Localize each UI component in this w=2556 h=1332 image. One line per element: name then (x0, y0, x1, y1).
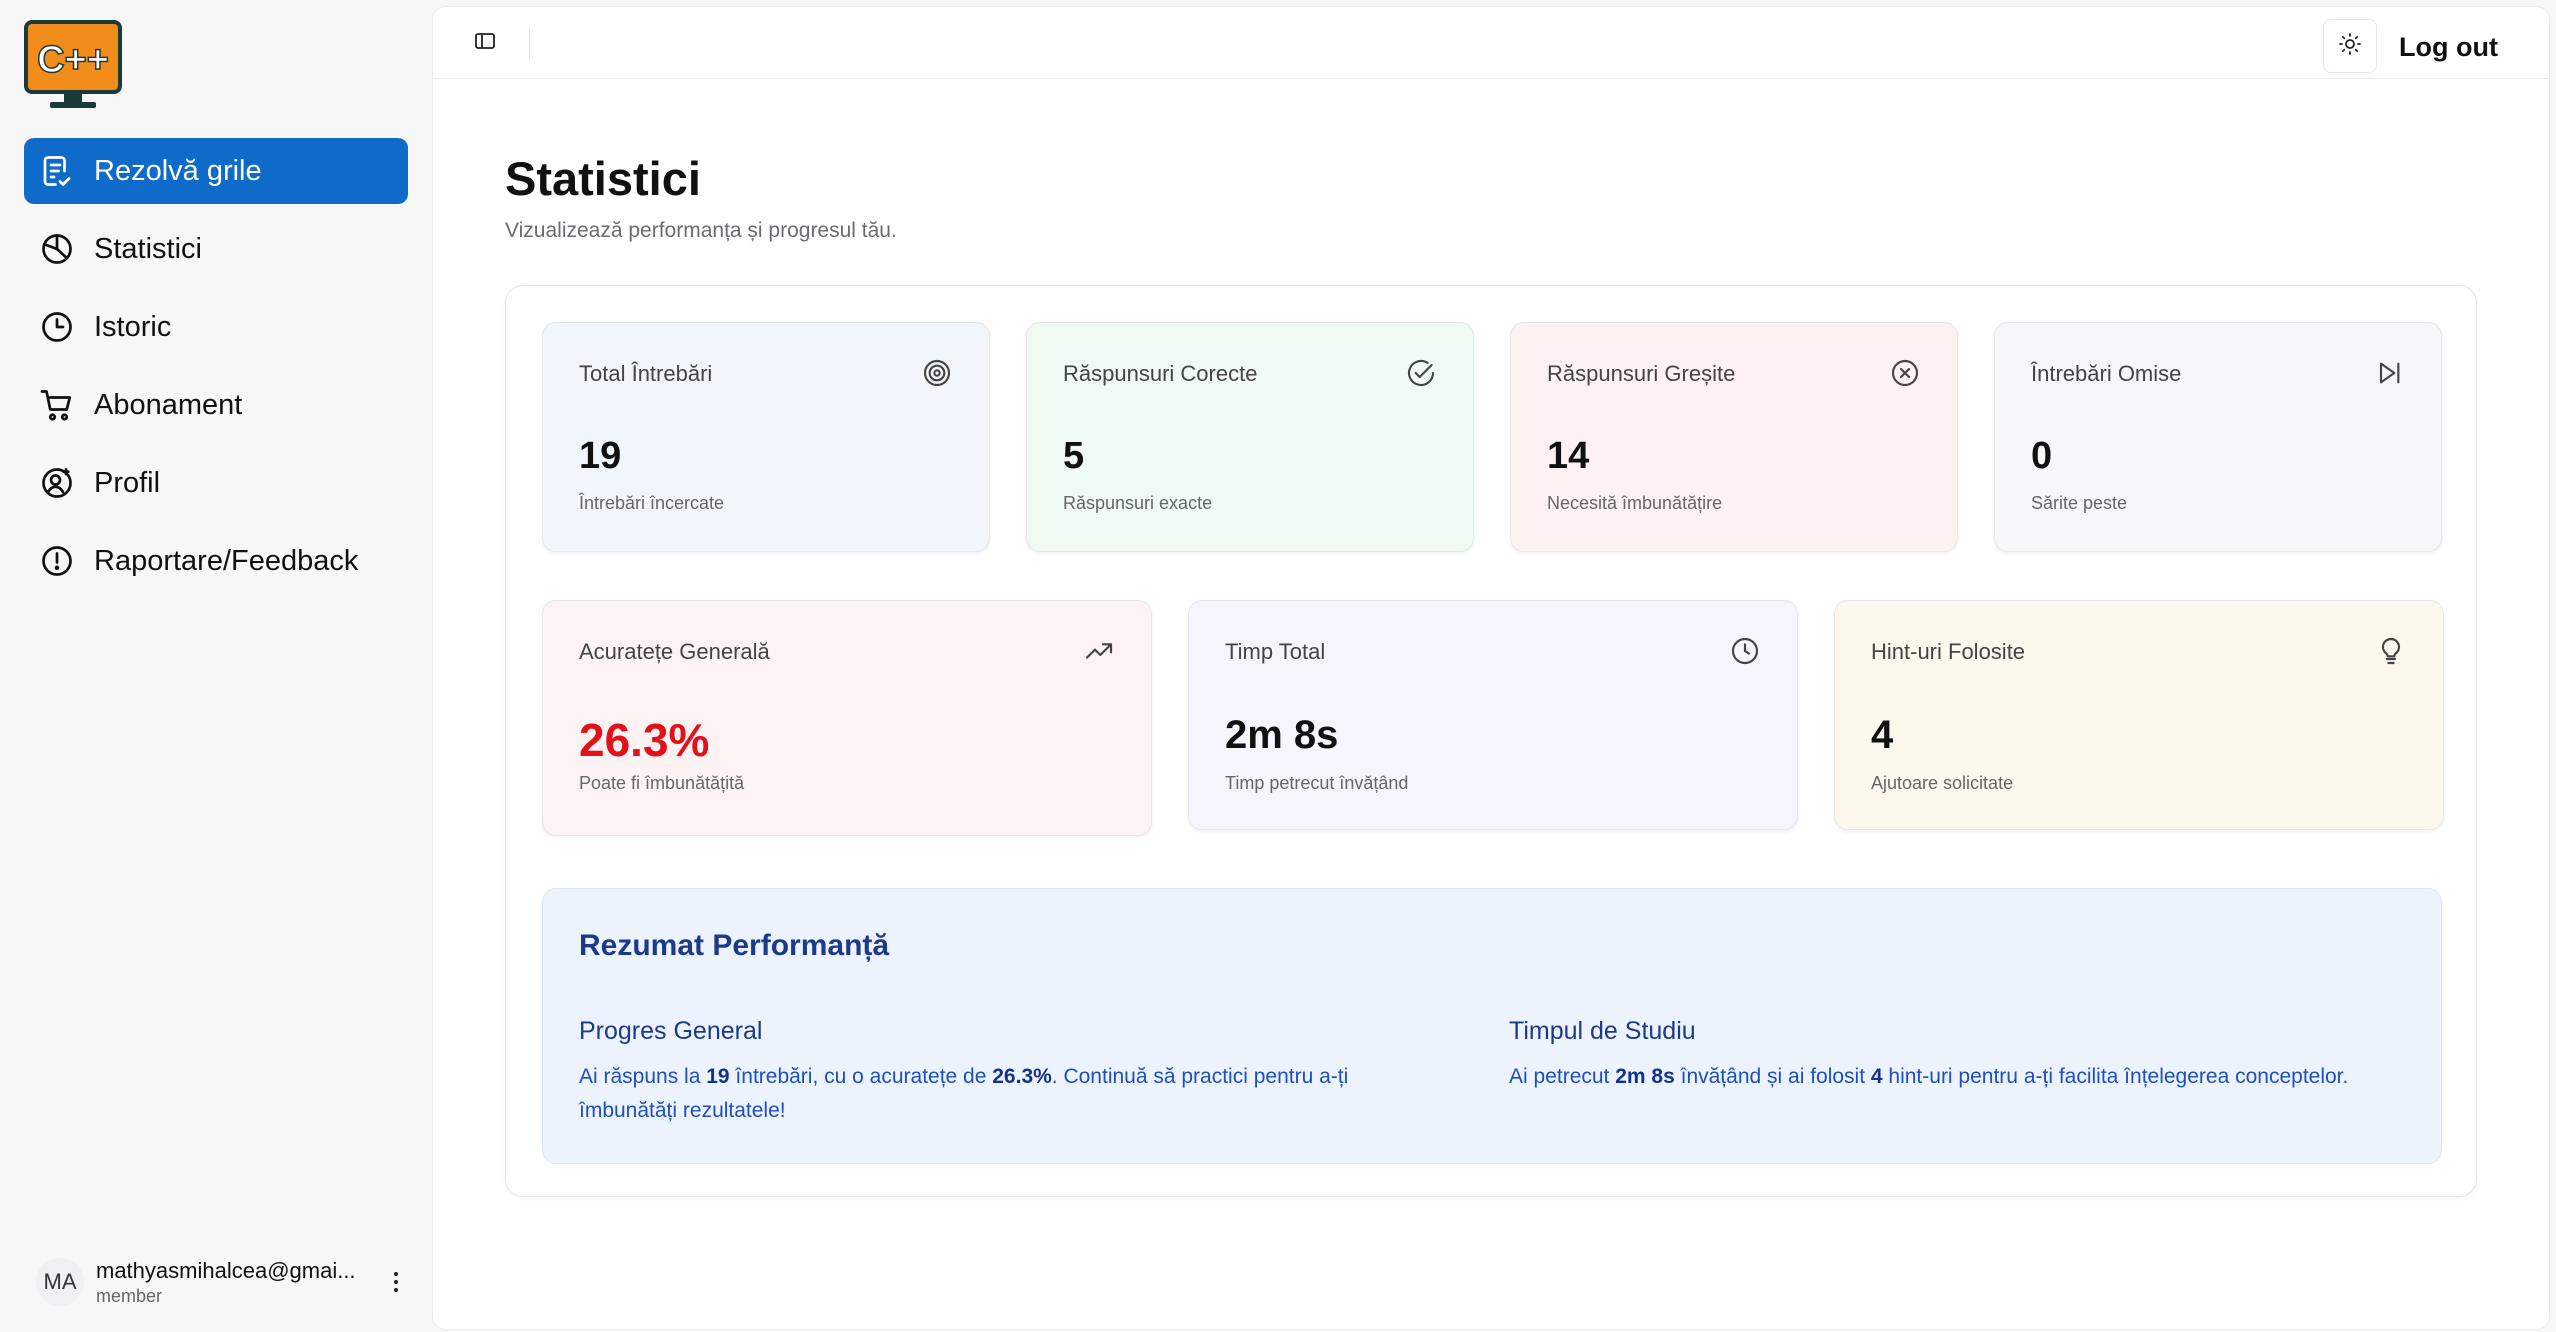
sidebar-item-label: Istoric (94, 310, 172, 343)
sidebar-item-istoric[interactable]: Istoric (24, 294, 408, 360)
stat-card-raspunsuri-gresite: Răspunsuri Greșite 14 Necesită îmbunătăț… (1510, 322, 1958, 552)
stat-card-hint-uri-folosite: Hint-uri Folosite 4 Ajutoare solicitate (1834, 600, 2444, 830)
summary-study-text: Ai petrecut 2m 8s învățând și ai folosit… (1509, 1065, 2349, 1088)
panel-left-icon (473, 29, 497, 58)
sidebar-item-profil[interactable]: Profil (24, 450, 408, 516)
pie-chart-icon (38, 230, 76, 268)
stat-label: Acuratețe Generală (579, 639, 770, 664)
sidebar-nav: Rezolvă grile Statistici Istoric Aboname… (24, 138, 408, 606)
stat-card-raspunsuri-corecte: Răspunsuri Corecte 5 Răspunsuri exacte (1026, 322, 1474, 552)
stat-label: Hint-uri Folosite (1871, 639, 2026, 664)
quiz-icon (38, 152, 76, 190)
stat-label: Răspunsuri Greșite (1547, 361, 1736, 386)
skip-forward-icon (2373, 357, 2405, 389)
stat-value: 26.3% (579, 714, 710, 766)
statistics-card: Total Întrebări 19 Întrebări încercate R… (505, 285, 2477, 1197)
performance-summary: Rezumat Performanță Progres General Ai r… (542, 888, 2442, 1164)
summary-title: Rezumat Performanță (579, 929, 890, 962)
divider (529, 29, 530, 59)
clock-icon (38, 308, 76, 346)
stat-value: 19 (579, 435, 622, 477)
user-info: mathyasmihalcea@gmai... member (96, 1258, 384, 1307)
stat-label: Răspunsuri Corecte (1063, 361, 1258, 386)
sidebar-item-label: Rezolvă grile (94, 154, 262, 187)
sidebar-toggle-button[interactable] (469, 27, 501, 59)
sidebar-item-label: Profil (94, 466, 161, 499)
logout-button[interactable]: Log out (2399, 27, 2498, 67)
stat-subtext: Răspunsuri exacte (1063, 493, 1213, 513)
main-panel: Log out Statistici Vizualizează performa… (432, 6, 2550, 1330)
stat-subtext: Întrebări încercate (579, 493, 725, 513)
stat-card-acuratete-generala: Acuratețe Generală 26.3% Poate fi îmbună… (542, 600, 1152, 836)
stat-subtext: Sărite peste (2031, 493, 2128, 513)
stat-card-total-intrebari: Total Întrebări 19 Întrebări încercate (542, 322, 990, 552)
user-profile[interactable]: MA mathyasmihalcea@gmai... member (36, 1252, 408, 1312)
page-title: Statistici (505, 152, 701, 205)
logo-text: C++ (37, 39, 109, 81)
sidebar-item-raportare-feedback[interactable]: Raportare/Feedback (24, 528, 408, 594)
alert-circle-icon (38, 542, 76, 580)
sidebar-item-rezolva-grile[interactable]: Rezolvă grile (24, 138, 408, 204)
stat-value: 4 (1871, 713, 1894, 757)
summary-progress-text: Ai răspuns la 19 întrebări, cu o acurate… (579, 1065, 1349, 1122)
trending-up-icon (1083, 635, 1115, 667)
sidebar-item-label: Statistici (94, 232, 202, 265)
user-settings-icon (38, 464, 76, 502)
stat-card-intrebari-omise: Întrebări Omise 0 Sărite peste (1994, 322, 2442, 552)
sidebar-item-abonament[interactable]: Abonament (24, 372, 408, 438)
stat-subtext: Necesită îmbunătățire (1547, 493, 1723, 513)
stat-value: 14 (1547, 435, 1590, 477)
stat-label: Întrebări Omise (2031, 361, 2182, 386)
stat-subtext: Timp petrecut învățând (1225, 773, 1409, 793)
stat-label: Total Întrebări (579, 361, 713, 386)
stat-value: 0 (2031, 435, 2053, 477)
check-circle-icon (1405, 357, 1437, 389)
page-subtitle: Vizualizează performanța și progresul tă… (505, 219, 897, 242)
user-email: mathyasmihalcea@gmai... (96, 1257, 356, 1283)
sidebar-item-label: Abonament (94, 388, 243, 421)
target-icon (921, 357, 953, 389)
user-role: member (96, 1285, 163, 1306)
summary-progress: Progres General Ai răspuns la 19 întrebă… (579, 1017, 1419, 1128)
sidebar: C++ Rezolvă grile Statistici Istoric Abo… (0, 0, 432, 1332)
app-logo[interactable]: C++ (24, 20, 122, 112)
cart-icon (38, 386, 76, 424)
clock-icon (1729, 635, 1761, 667)
stat-card-timp-total: Timp Total 2m 8s Timp petrecut învățând (1188, 600, 1798, 830)
summary-study-heading: Timpul de Studiu (1509, 1017, 1696, 1045)
topbar: Log out (433, 7, 2549, 79)
lightbulb-icon (2375, 635, 2407, 667)
sidebar-item-label: Raportare/Feedback (94, 544, 359, 577)
stat-label: Timp Total (1225, 639, 1326, 664)
summary-study-time: Timpul de Studiu Ai petrecut 2m 8s învăț… (1509, 1017, 2429, 1094)
theme-toggle-button[interactable] (2323, 19, 2377, 73)
x-circle-icon (1889, 357, 1921, 389)
stat-subtext: Poate fi îmbunătățită (579, 773, 745, 793)
stat-value: 2m 8s (1225, 713, 1339, 757)
summary-progress-heading: Progres General (579, 1017, 763, 1045)
avatar: MA (36, 1258, 84, 1306)
sun-icon (2338, 32, 2362, 61)
sidebar-item-statistici[interactable]: Statistici (24, 216, 408, 282)
more-vertical-icon[interactable] (384, 1262, 408, 1302)
stat-value: 5 (1063, 435, 1085, 477)
stat-subtext: Ajutoare solicitate (1871, 773, 2014, 793)
